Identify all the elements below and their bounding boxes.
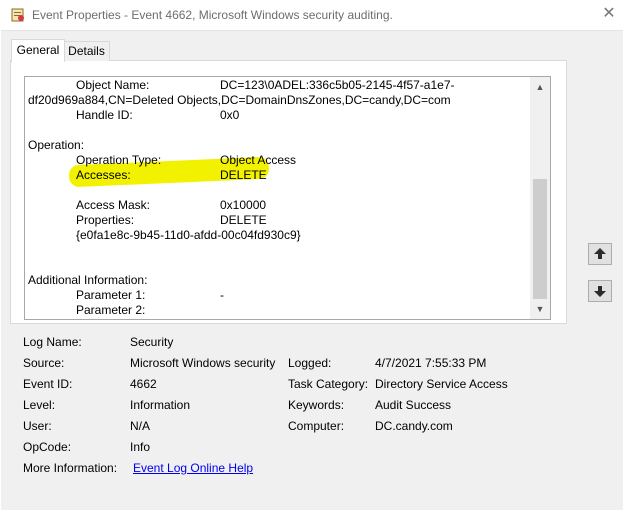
previous-event-button[interactable] xyxy=(588,243,612,265)
object-name-value: DC=123\0ADEL:336c5b05-2145-4f57-a1e7- xyxy=(220,78,455,92)
level-value: Information xyxy=(130,398,191,412)
more-information-label: More Information: xyxy=(23,461,118,475)
source-label: Source: xyxy=(23,356,65,370)
log-name-value: Security xyxy=(130,335,174,349)
close-icon: ✕ xyxy=(602,5,616,22)
parameter1-label: Parameter 1: xyxy=(76,288,146,302)
logged-label: Logged: xyxy=(288,356,332,370)
accesses-label: Accesses: xyxy=(76,168,131,182)
user-label: User: xyxy=(23,419,52,433)
task-category-label: Task Category: xyxy=(288,377,369,391)
properties-value: DELETE xyxy=(220,213,267,227)
access-mask-label: Access Mask: xyxy=(76,198,151,212)
close-button[interactable]: ✕ xyxy=(598,4,620,24)
user-value: N/A xyxy=(130,419,151,433)
task-category-value: Directory Service Access xyxy=(375,377,508,391)
computer-value: DC.candy.com xyxy=(375,419,453,433)
keywords-value: Audit Success xyxy=(375,398,452,412)
up-arrow-icon xyxy=(594,248,606,259)
handle-id-value: 0x0 xyxy=(220,108,240,122)
description-scrollbar[interactable]: ▲ ▼ xyxy=(530,77,550,319)
opcode-label: OpCode: xyxy=(23,440,72,454)
operation-type-label: Operation Type: xyxy=(76,153,162,167)
operation-heading: Operation: xyxy=(28,138,85,152)
event-description-box[interactable]: Object Name: DC=123\0ADEL:336c5b05-2145-… xyxy=(24,76,551,320)
window-title: Event Properties - Event 4662, Microsoft… xyxy=(32,8,393,22)
event-viewer-icon xyxy=(11,8,24,22)
opcode-value: Info xyxy=(130,440,151,454)
next-event-button[interactable] xyxy=(588,280,612,302)
logged-value: 4/7/2021 7:55:33 PM xyxy=(375,356,487,370)
event-id-value: 4662 xyxy=(130,377,157,391)
down-arrow-icon xyxy=(594,286,606,297)
object-name-label: Object Name: xyxy=(76,78,150,92)
additional-info-heading: Additional Information: xyxy=(28,273,148,287)
parameter1-value: - xyxy=(220,288,224,302)
log-name-label: Log Name: xyxy=(23,335,82,349)
handle-id-label: Handle ID: xyxy=(76,108,133,122)
level-label: Level: xyxy=(23,398,56,412)
properties-guid: {e0fa1e8c-9b45-11d0-afdd-00c04fd930c9} xyxy=(76,228,301,242)
accesses-value: DELETE xyxy=(220,168,267,182)
scrollbar-thumb[interactable] xyxy=(533,179,547,299)
event-id-label: Event ID: xyxy=(23,377,73,391)
properties-label: Properties: xyxy=(76,213,135,227)
title-bar: Event Properties - Event 4662, Microsoft… xyxy=(0,0,624,30)
access-mask-value: 0x10000 xyxy=(220,198,267,212)
keywords-label: Keywords: xyxy=(288,398,345,412)
scroll-down-arrow-icon[interactable]: ▼ xyxy=(534,303,546,315)
object-name-value-cont: df20d969a884,CN=Deleted Objects,DC=Domai… xyxy=(28,93,451,107)
event-log-online-help-link[interactable]: Event Log Online Help xyxy=(133,461,253,476)
parameter2-label: Parameter 2: xyxy=(76,303,146,317)
operation-type-value: Object Access xyxy=(220,153,297,167)
source-value: Microsoft Windows security xyxy=(130,356,276,370)
computer-label: Computer: xyxy=(288,419,345,433)
tab-details[interactable]: Details xyxy=(63,41,110,61)
scroll-up-arrow-icon[interactable]: ▲ xyxy=(534,81,546,93)
tab-general[interactable]: General xyxy=(11,39,65,62)
